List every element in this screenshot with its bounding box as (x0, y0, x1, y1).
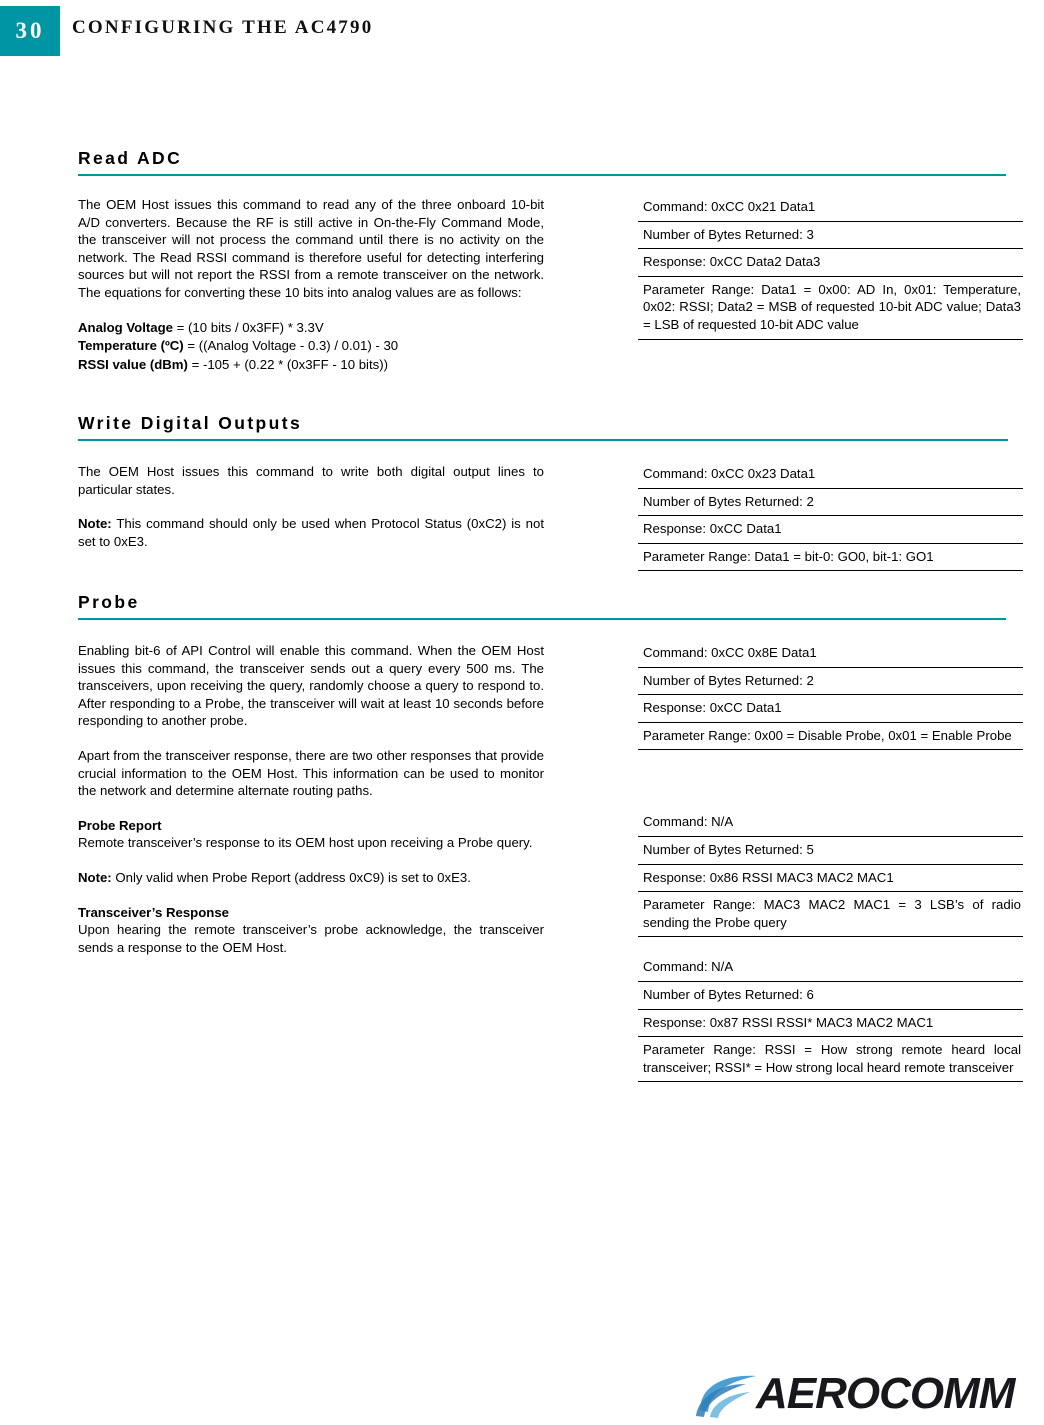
section-heading-read-adc: Read ADC (78, 148, 183, 168)
spec-response: Response: 0xCC Data2 Data3 (638, 248, 1023, 277)
spec-bytes-returned: Number of Bytes Returned: 3 (638, 221, 1023, 250)
spec-parameter-range: Parameter Range: Data1 = 0x00: AD In, 0x… (638, 276, 1023, 340)
page-title: CONFIGURING THE AC4790 (72, 17, 374, 38)
write-digital-outputs-note: Note: This command should only be used w… (78, 515, 544, 550)
formula-equation: = (10 bits / 0x3FF) * 3.3V (173, 319, 324, 335)
table-row: Parameter Range: Data1 = bit-0: GO0, bit… (638, 543, 1023, 572)
spec-command: Command: N/A (638, 811, 1023, 837)
write-digital-outputs-paragraph: The OEM Host issues this command to writ… (78, 464, 544, 497)
probe-report-heading: Probe Report (78, 817, 162, 833)
spec-response: Response: 0x87 RSSI RSSI* MAC3 MAC2 MAC1 (638, 1009, 1023, 1038)
table-row: Response: 0xCC Data2 Data3 (638, 248, 1023, 277)
formula-analog-voltage: Analog Voltage = (10 bits / 0x3FF) * 3.3… (78, 319, 544, 338)
read-adc-formulas: Analog Voltage = (10 bits / 0x3FF) * 3.3… (78, 319, 544, 375)
read-adc-paragraph: The OEM Host issues this command to read… (78, 197, 544, 300)
transceiver-response-text: Upon hearing the remote transceiver’s pr… (78, 922, 544, 955)
note-text: This command should only be used when Pr… (78, 516, 544, 549)
probe-paragraph-1: Enabling bit-6 of API Control will enabl… (78, 643, 544, 729)
table-row: Response: 0x86 RSSI MAC3 MAC2 MAC1 (638, 864, 1023, 893)
table-row: Command: 0xCC 0x8E Data1 (638, 642, 1023, 668)
note-text: Only valid when Probe Report (address 0x… (111, 869, 471, 885)
spec-response: Response: 0xCC Data1 (638, 694, 1023, 723)
spec-bytes-returned: Number of Bytes Returned: 2 (638, 667, 1023, 696)
spec-bytes-returned: Number of Bytes Returned: 5 (638, 836, 1023, 865)
table-row: Parameter Range: MAC3 MAC2 MAC1 = 3 LSB’… (638, 891, 1023, 938)
probe-paragraph-2: Apart from the transceiver response, the… (78, 747, 544, 799)
section-heading-probe: Probe (78, 592, 140, 612)
probe-report-text: Remote transceiver’s response to its OEM… (78, 835, 533, 851)
note-label: Note: (78, 869, 112, 885)
table-row: Number of Bytes Returned: 2 (638, 488, 1023, 517)
spec-parameter-range: Parameter Range: MAC3 MAC2 MAC1 = 3 LSB’… (638, 891, 1023, 938)
spec-table-read-adc: Command: 0xCC 0x21 Data1 Number of Bytes… (638, 196, 1023, 340)
spec-response: Response: 0x86 RSSI MAC3 MAC2 MAC1 (638, 864, 1023, 893)
spec-table-transceiver-response: Command: N/A Number of Bytes Returned: 6… (638, 956, 1023, 1083)
spec-bytes-returned: Number of Bytes Returned: 2 (638, 488, 1023, 517)
page-number: 30 (15, 18, 45, 43)
table-row: Command: N/A (638, 811, 1023, 837)
probe-note: Note: Only valid when Probe Report (addr… (78, 869, 544, 887)
formula-label: RSSI value (dBm) (78, 356, 188, 372)
write-digital-outputs-left-column: The OEM Host issues this command to writ… (78, 463, 544, 550)
spec-command: Command: 0xCC 0x23 Data1 (638, 463, 1023, 489)
spec-command: Command: 0xCC 0x8E Data1 (638, 642, 1023, 668)
write-digital-outputs-right-column: Command: 0xCC 0x23 Data1 Number of Bytes… (638, 463, 1023, 572)
section-write-digital-outputs: Write Digital Outputs The OEM Host issue… (78, 413, 1023, 603)
formula-temperature: Temperature (ºC) = ((Analog Voltage - 0.… (78, 337, 544, 356)
transceiver-response-heading: Transceiver’s Response (78, 904, 230, 920)
table-row: Command: 0xCC 0x23 Data1 (638, 463, 1023, 489)
formula-label: Temperature (ºC) (78, 338, 184, 354)
table-row: Number of Bytes Returned: 2 (638, 667, 1023, 696)
table-row: Number of Bytes Returned: 5 (638, 836, 1023, 865)
heading-rule (78, 439, 1008, 441)
logo-wordmark: AEROCOMM (756, 1369, 1015, 1418)
aerocomm-logo: AEROCOMM (694, 1366, 1044, 1422)
table-row: Response: 0xCC Data1 (638, 694, 1023, 723)
spec-command: Command: N/A (638, 956, 1023, 982)
spec-command: Command: 0xCC 0x21 Data1 (638, 196, 1023, 222)
formula-label: Analog Voltage (78, 319, 174, 335)
spec-table-probe-report: Command: N/A Number of Bytes Returned: 5… (638, 811, 1023, 938)
table-row: Response: 0xCC Data1 (638, 515, 1023, 544)
table-row: Number of Bytes Returned: 3 (638, 221, 1023, 250)
heading-rule (78, 618, 1006, 620)
formula-equation: = -105 + (0.22 * (0x3FF - 10 bits)) (187, 356, 389, 372)
read-adc-left-column: The OEM Host issues this command to read… (78, 196, 544, 374)
table-row: Parameter Range: 0x00 = Disable Probe, 0… (638, 722, 1023, 751)
table-row: Parameter Range: Data1 = 0x00: AD In, 0x… (638, 276, 1023, 340)
spec-parameter-range: Parameter Range: Data1 = bit-0: GO0, bit… (638, 543, 1023, 572)
table-row: Response: 0x87 RSSI RSSI* MAC3 MAC2 MAC1 (638, 1009, 1023, 1038)
section-heading-write-digital-outputs: Write Digital Outputs (78, 413, 303, 433)
spec-table-write-digital-outputs: Command: 0xCC 0x23 Data1 Number of Bytes… (638, 463, 1023, 572)
note-label: Note: (78, 516, 112, 532)
section-probe: Probe Enabling bit-6 of API Control will… (78, 592, 1023, 1083)
probe-right-column: Command: 0xCC 0x8E Data1 Number of Bytes… (638, 642, 1023, 1083)
read-adc-right-column: Command: 0xCC 0x21 Data1 Number of Bytes… (638, 196, 1023, 340)
spec-bytes-returned: Number of Bytes Returned: 6 (638, 981, 1023, 1010)
table-row: Command: N/A (638, 956, 1023, 982)
spec-parameter-range: Parameter Range: 0x00 = Disable Probe, 0… (638, 722, 1023, 751)
table-row: Command: 0xCC 0x21 Data1 (638, 196, 1023, 222)
spec-parameter-range: Parameter Range: RSSI = How strong remot… (638, 1036, 1023, 1083)
spec-response: Response: 0xCC Data1 (638, 515, 1023, 544)
probe-left-column: Enabling bit-6 of API Control will enabl… (78, 642, 544, 956)
page-number-badge: 30 (0, 6, 60, 56)
page-header: 30 CONFIGURING THE AC4790 (0, 0, 1044, 60)
spec-table-probe-command: Command: 0xCC 0x8E Data1 Number of Bytes… (638, 642, 1023, 751)
formula-equation: = ((Analog Voltage - 0.3) / 0.01) - 30 (183, 338, 399, 354)
table-row: Parameter Range: RSSI = How strong remot… (638, 1036, 1023, 1083)
formula-rssi-value: RSSI value (dBm) = -105 + (0.22 * (0x3FF… (78, 356, 544, 375)
heading-rule (78, 174, 1006, 176)
table-row: Number of Bytes Returned: 6 (638, 981, 1023, 1010)
